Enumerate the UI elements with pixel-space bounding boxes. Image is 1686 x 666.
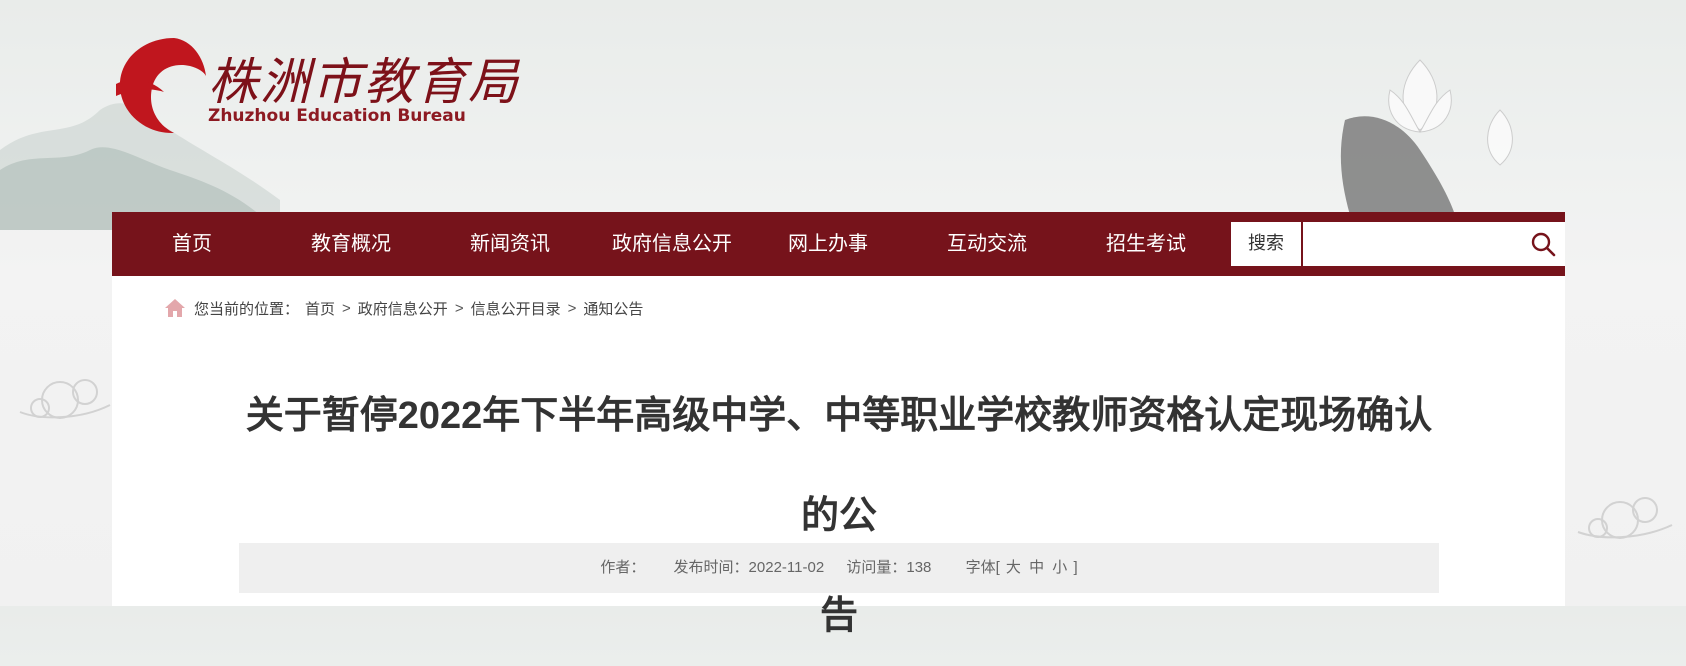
nav-item-news[interactable]: 新闻资讯 — [435, 212, 585, 276]
nav-item-home[interactable]: 首页 — [117, 212, 267, 276]
site-logo[interactable]: 株洲市教育局 Zhuzhou Education Bureau — [112, 36, 518, 136]
logo-english-text: Zhuzhou Education Bureau — [208, 106, 466, 126]
breadcrumb-prefix: 您当前的位置： — [194, 300, 300, 318]
search-label: 搜索 — [1231, 222, 1301, 266]
content-card: 您当前的位置： 首页 > 政府信息公开 > 信息公开目录 > 通知公告 关于暂停… — [112, 276, 1565, 637]
nav-item-government-info[interactable]: 政府信息公开 — [594, 212, 750, 276]
main-nav: 首页 教育概况 新闻资讯 政府信息公开 网上办事 互动交流 招生考试 搜索 — [112, 212, 1565, 276]
breadcrumb: 您当前的位置： 首页 > 政府信息公开 > 信息公开目录 > 通知公告 — [164, 296, 643, 320]
nav-item-online-services[interactable]: 网上办事 — [753, 212, 903, 276]
article-title-line-1: 关于暂停2022年下半年高级中学、中等职业学校教师资格认定现场确认的公 — [245, 395, 1433, 537]
nav-item-education-overview[interactable]: 教育概况 — [276, 212, 426, 276]
views-value: 138 — [906, 559, 932, 576]
logo-emblem-icon — [116, 38, 206, 134]
date-value: 2022-11-02 — [748, 559, 825, 576]
breadcrumb-link-notices[interactable]: 通知公告 — [583, 298, 643, 319]
date-label: 发布时间： — [673, 559, 749, 576]
search-icon — [1531, 232, 1556, 257]
nav-item-admissions[interactable]: 招生考试 — [1071, 212, 1221, 276]
breadcrumb-link-home[interactable]: 首页 — [305, 298, 335, 319]
breadcrumb-separator: > — [454, 299, 464, 317]
logo-chinese-text: 株洲市教育局 — [208, 53, 520, 111]
breadcrumb-link-info-catalog[interactable]: 信息公开目录 — [471, 298, 561, 319]
breadcrumb-link-government-info[interactable]: 政府信息公开 — [358, 298, 448, 319]
font-size-label-end: ] — [1073, 559, 1078, 576]
calligraphy-decoration — [670, 0, 698, 14]
nav-item-interaction[interactable]: 互动交流 — [912, 212, 1062, 276]
font-size-medium-button[interactable]: 中 — [1029, 559, 1044, 576]
author-label: 作者： — [600, 559, 646, 576]
search-button[interactable] — [1521, 222, 1565, 266]
article-title: 关于暂停2022年下半年高级中学、中等职业学校教师资格认定现场确认的公 告 — [239, 366, 1439, 666]
article-meta-bar: 作者： 发布时间：2022-11-02 访问量：138 字体[ 大 中 小 ] — [239, 543, 1439, 593]
font-size-small-button[interactable]: 小 — [1052, 559, 1067, 576]
breadcrumb-separator: > — [567, 299, 577, 317]
home-icon — [165, 299, 185, 317]
search-input[interactable] — [1301, 222, 1521, 266]
breadcrumb-separator: > — [342, 299, 351, 317]
font-size-label: 字体[ — [965, 559, 1000, 576]
font-size-large-button[interactable]: 大 — [1006, 559, 1021, 576]
views-label: 访问量： — [846, 559, 907, 576]
